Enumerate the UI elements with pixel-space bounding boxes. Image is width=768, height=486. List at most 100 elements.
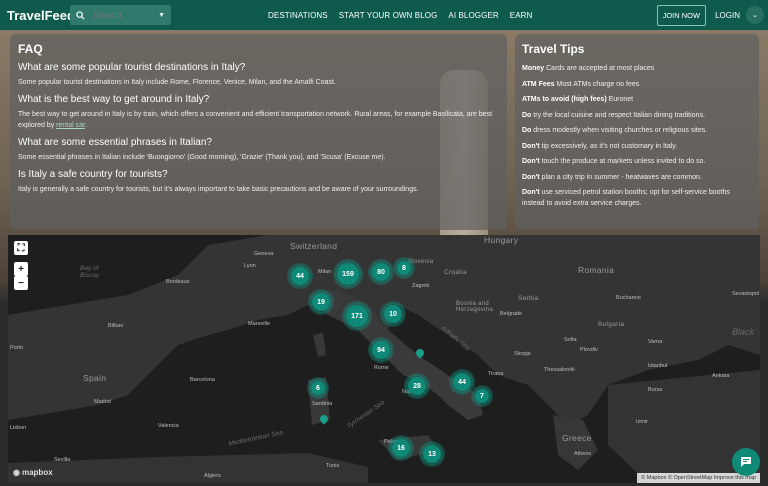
map-cluster[interactable]: 159 xyxy=(335,261,361,287)
search-box[interactable]: ▼ xyxy=(70,5,171,25)
join-now-button[interactable]: JOIN NOW xyxy=(656,4,707,26)
city-label: Marseille xyxy=(248,321,271,327)
map-cluster[interactable]: 44 xyxy=(451,371,473,393)
rental-car-link[interactable]: rental car xyxy=(56,122,85,129)
city-label: Milan xyxy=(318,269,332,275)
city-label: Algiers xyxy=(204,473,221,479)
faq-answer: The best way to get around in Italy is b… xyxy=(18,109,499,131)
map-cluster[interactable]: 80 xyxy=(370,261,392,283)
city-label: Bucharest xyxy=(616,295,641,301)
fullscreen-icon[interactable]: ⛶ xyxy=(14,241,28,255)
city-label: Istanbul xyxy=(648,363,668,369)
faq-answer-text: The best way to get around in Italy is b… xyxy=(18,111,493,129)
map-cluster[interactable]: 171 xyxy=(344,303,370,329)
city-label: Thessaloniki xyxy=(544,367,575,373)
nav-destinations[interactable]: DESTINATIONS xyxy=(268,11,328,20)
nav-ai-blogger[interactable]: AI BLOGGER xyxy=(448,11,498,20)
city-label: Rome xyxy=(374,365,389,371)
sea-label: Bay of Biscay xyxy=(80,265,100,279)
faq-answer: Italy is generally a safe country for to… xyxy=(18,186,419,193)
country-label: Bulgaria xyxy=(598,321,625,328)
tip-label: Do xyxy=(522,127,532,134)
nav-earn[interactable]: EARN xyxy=(510,11,533,20)
map-cluster[interactable]: 28 xyxy=(406,375,428,397)
map-cluster[interactable]: 19 xyxy=(310,291,332,313)
mapbox-logo-text: mapbox xyxy=(21,468,53,477)
country-label: Greece xyxy=(562,433,592,443)
tip-label: Don't xyxy=(522,189,540,196)
city-label: Valencia xyxy=(158,423,179,429)
country-label: Hungary xyxy=(484,235,519,245)
tip-text: Euronet xyxy=(606,96,634,103)
city-label: Porto xyxy=(10,345,24,351)
map-cluster[interactable]: 94 xyxy=(370,339,392,361)
city-label: Bordeaux xyxy=(166,279,190,285)
top-navbar: TravelFeed ▼ DESTINATIONS START YOUR OWN… xyxy=(0,0,768,30)
city-label: Izmir xyxy=(636,419,648,425)
travel-tips-panel: Travel Tips Money Cards are accepted at … xyxy=(515,34,759,230)
faq-answer-end: . xyxy=(84,122,87,129)
city-label: Barcelona xyxy=(190,377,215,383)
tip-label: Do xyxy=(522,111,532,119)
zoom-out-button[interactable]: − xyxy=(14,276,28,290)
tip-item: Do try the local cuisine and respect Ita… xyxy=(522,111,752,122)
mapbox-logo[interactable]: ◉ mapbox xyxy=(13,468,53,477)
chat-icon[interactable] xyxy=(732,448,760,476)
map-cluster[interactable]: 13 xyxy=(421,443,443,465)
map-cluster[interactable]: 7 xyxy=(473,387,491,405)
faq-question: What is the best way to get around in It… xyxy=(18,94,210,105)
city-label: Tirana xyxy=(488,371,504,377)
tip-text: dress modestly when visiting churches or… xyxy=(531,127,708,134)
map-cluster[interactable]: 8 xyxy=(395,259,413,277)
tip-label: ATM Fees xyxy=(522,80,555,88)
city-label: Bursa xyxy=(648,387,663,393)
tip-label: Money xyxy=(522,65,545,72)
city-label: Belgrade xyxy=(500,311,523,317)
city-label: Sevilla xyxy=(54,457,71,463)
caret-down-icon[interactable]: ▼ xyxy=(158,12,165,19)
tip-item: Don't plan a city trip in summer - heatw… xyxy=(522,173,752,184)
city-label: Varna xyxy=(648,339,663,345)
tip-item: Don't use serviced petrol station booths… xyxy=(522,188,752,209)
faq-answer: Some popular tourist destinations in Ita… xyxy=(18,79,336,86)
mapbox-logo-icon: ◉ xyxy=(13,468,20,477)
tip-text: plan a city trip in summer - heatwaves a… xyxy=(539,173,702,181)
search-icon xyxy=(76,10,85,20)
chevron-down-icon[interactable]: ⌄ xyxy=(746,6,764,24)
faq-panel: FAQ What are some popular tourist destin… xyxy=(10,34,507,230)
country-label: Croatia xyxy=(444,269,468,276)
faq-question: What are some essential phrases in Itali… xyxy=(18,137,212,148)
city-label: Geneva xyxy=(254,251,274,257)
city-label: Madrid xyxy=(94,399,111,405)
login-button[interactable]: LOGIN xyxy=(715,11,740,20)
tips-title: Travel Tips xyxy=(522,42,585,56)
tip-item: Money Cards are accepted at most places xyxy=(522,64,752,75)
country-label: Switzerland xyxy=(290,241,338,251)
tip-item: Don't touch the produce at markets unles… xyxy=(522,157,752,168)
map-cluster[interactable]: 16 xyxy=(390,437,412,459)
map-cluster[interactable]: 6 xyxy=(309,379,327,397)
city-label: Athens xyxy=(574,451,592,457)
map-cluster[interactable]: 44 xyxy=(289,265,311,287)
destination-map[interactable]: ⛶ + − Switzerland Hungary Romania Sloven… xyxy=(8,235,760,483)
tip-text: touch the produce at markets unless invi… xyxy=(539,158,706,165)
map-cluster[interactable]: 10 xyxy=(382,303,404,325)
city-label: Lyon xyxy=(244,263,256,269)
tip-item: Do dress modestly when visiting churches… xyxy=(522,126,752,137)
search-input[interactable] xyxy=(93,10,153,20)
tip-text: tip excessively, as it's not customary i… xyxy=(539,142,678,150)
tip-label: Don't xyxy=(522,142,540,150)
tip-text: use serviced petrol station booths; opt … xyxy=(522,189,730,207)
faq-answer: Some essential phrases in Italian includ… xyxy=(18,154,386,161)
city-label: Sardinia xyxy=(312,401,333,407)
sea-label: Black xyxy=(732,327,755,337)
city-label: Tunis xyxy=(326,463,340,469)
faq-question: Is Italy a safe country for tourists? xyxy=(18,169,168,180)
nav-start-blog[interactable]: START YOUR OWN BLOG xyxy=(339,11,438,20)
zoom-in-button[interactable]: + xyxy=(14,262,28,276)
country-label: Romania xyxy=(578,265,615,275)
brand-logo[interactable]: TravelFeed xyxy=(7,8,75,23)
tip-text: Cards are accepted at most places xyxy=(544,65,655,72)
city-label: Sevastopol xyxy=(732,291,760,297)
tip-item: ATM Fees Most ATMs charge no fees xyxy=(522,80,752,91)
